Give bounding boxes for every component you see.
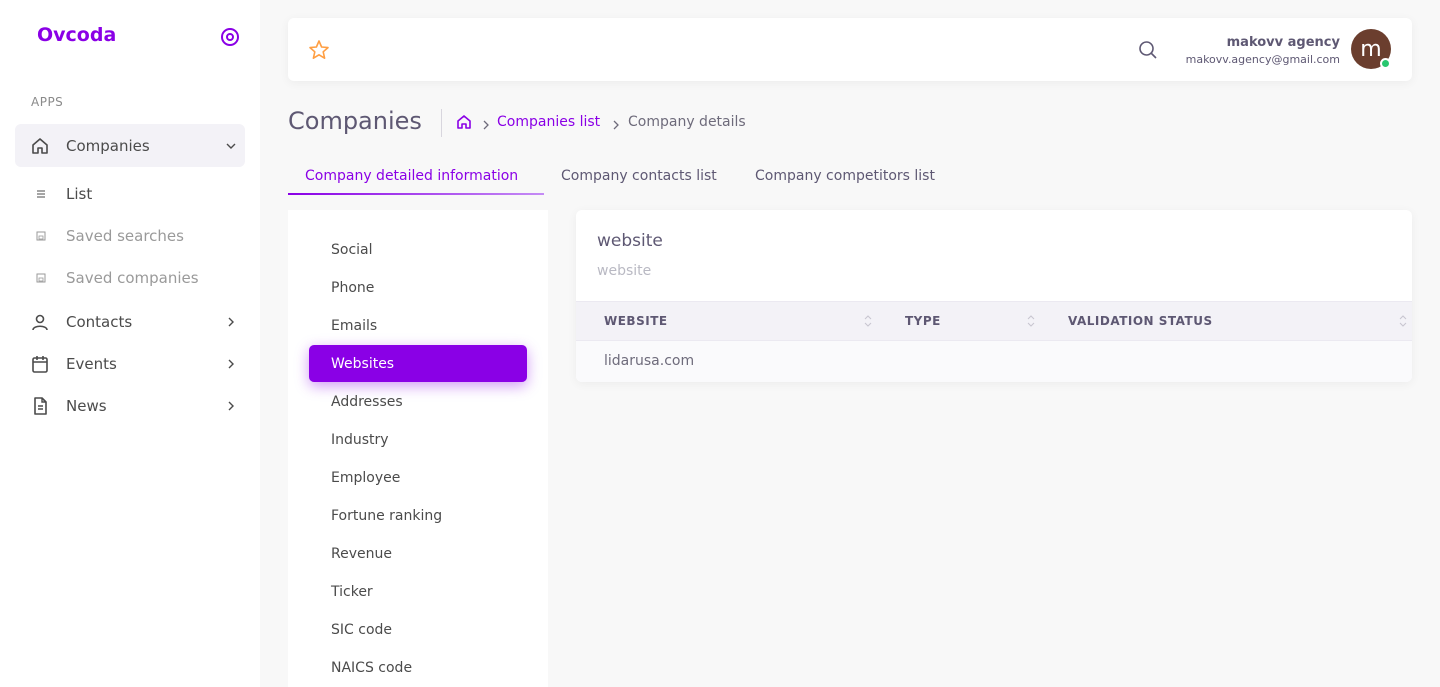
table-header: WEBSITE TYPE VALIDATION STATUS — [576, 301, 1412, 341]
sidebar-subitem-list[interactable]: List — [15, 175, 245, 213]
menu-item-addresses[interactable]: Addresses — [309, 383, 527, 420]
sidebar-item-label: Contacts — [66, 312, 133, 331]
breadcrumb-companies-list[interactable]: Companies list — [497, 114, 600, 130]
breadcrumb-home-icon[interactable] — [456, 114, 472, 130]
user-icon — [30, 312, 50, 332]
sort-icon[interactable] — [863, 312, 873, 330]
tab-company-competitors-list[interactable]: Company competitors list — [755, 168, 935, 184]
breadcrumb-chevron-icon — [611, 116, 621, 130]
search-icon[interactable] — [1137, 39, 1159, 61]
column-header-website[interactable]: WEBSITE — [604, 314, 668, 328]
menu-item-revenue[interactable]: Revenue — [309, 535, 527, 572]
breadcrumb-current: Company details — [628, 114, 746, 130]
user-name[interactable]: makovv agency — [1227, 35, 1340, 50]
list-icon — [36, 189, 46, 199]
online-status-dot — [1380, 58, 1391, 69]
menu-item-employee[interactable]: Employee — [309, 459, 527, 496]
sidebar-item-contacts[interactable]: Contacts — [15, 300, 245, 343]
calendar-icon — [30, 354, 50, 374]
save-icon — [36, 273, 46, 283]
section-label-apps: APPS — [31, 95, 64, 109]
sidebar-item-label: News — [66, 396, 107, 415]
menu-item-label: Social — [331, 241, 373, 258]
sidebar-subitem-saved-companies[interactable]: Saved companies — [15, 259, 245, 297]
menu-item-label: SIC code — [331, 621, 393, 638]
title-divider — [441, 109, 442, 137]
sidebar-subitem-label: Saved companies — [66, 269, 199, 287]
menu-item-industry[interactable]: Industry — [309, 421, 527, 458]
column-header-type[interactable]: TYPE — [905, 314, 941, 328]
sort-icon[interactable] — [1026, 312, 1036, 330]
page-title: Companies — [288, 107, 422, 135]
sidebar-subitem-label: List — [66, 185, 93, 203]
chevron-down-icon — [225, 140, 237, 152]
active-tab-indicator — [288, 193, 544, 195]
detail-section-menu: Social Phone Emails Websites Addresses I… — [288, 210, 548, 687]
menu-item-ticker[interactable]: Ticker — [309, 573, 527, 610]
menu-item-label: Emails — [331, 317, 378, 334]
menu-item-naics-code[interactable]: NAICS code — [309, 649, 527, 686]
menu-item-label: Ticker — [331, 583, 373, 600]
menu-item-label: Employee — [331, 469, 401, 486]
cell-website: lidarusa.com — [604, 353, 695, 369]
sidebar-subitem-saved-searches[interactable]: Saved searches — [15, 217, 245, 255]
menu-item-sic-code[interactable]: SIC code — [309, 611, 527, 648]
menu-item-label: NAICS code — [331, 659, 413, 676]
sidebar-toggle-icon[interactable] — [220, 27, 240, 47]
chevron-right-icon — [225, 358, 237, 370]
user-email: makovv.agency@gmail.com — [1185, 53, 1340, 66]
chevron-right-icon — [225, 400, 237, 412]
sidebar-subitem-label: Saved searches — [66, 227, 184, 245]
sidebar-item-label: Companies — [66, 136, 150, 155]
file-text-icon — [30, 396, 50, 416]
sidebar-item-label: Events — [66, 354, 117, 373]
brand-logo[interactable]: Ovcoda — [37, 24, 116, 46]
table-row: lidarusa.com — [576, 341, 1412, 382]
menu-item-label: Industry — [331, 431, 389, 448]
sidebar-item-news[interactable]: News — [15, 384, 245, 427]
breadcrumb-chevron-icon — [481, 116, 491, 130]
menu-item-fortune-ranking[interactable]: Fortune ranking — [309, 497, 527, 534]
menu-item-label: Fortune ranking — [331, 507, 443, 524]
menu-item-social[interactable]: Social — [309, 231, 527, 268]
website-card: website website WEBSITE TYPE VALIDATION … — [576, 210, 1412, 382]
menu-item-websites[interactable]: Websites — [309, 345, 527, 382]
card-subtitle: website — [597, 263, 652, 279]
save-icon — [36, 231, 46, 241]
menu-item-label: Addresses — [331, 393, 403, 410]
menu-item-label: Phone — [331, 279, 375, 296]
menu-item-label: Websites — [331, 355, 395, 372]
chevron-right-icon — [225, 316, 237, 328]
star-icon[interactable] — [308, 39, 330, 61]
menu-item-phone[interactable]: Phone — [309, 269, 527, 306]
card-title: website — [597, 231, 663, 251]
menu-item-label: Revenue — [331, 545, 392, 562]
sort-icon[interactable] — [1398, 312, 1408, 330]
sidebar: Ovcoda APPS Companies List Saved searche… — [0, 0, 260, 687]
tab-company-contacts-list[interactable]: Company contacts list — [561, 168, 717, 184]
home-icon — [30, 136, 50, 156]
menu-item-emails[interactable]: Emails — [309, 307, 527, 344]
top-navbar: makovv agency makovv.agency@gmail.com m — [288, 18, 1412, 81]
column-header-validation-status[interactable]: VALIDATION STATUS — [1068, 314, 1213, 328]
sidebar-item-companies[interactable]: Companies — [15, 124, 245, 167]
tab-company-detailed-information[interactable]: Company detailed information — [305, 168, 518, 184]
sidebar-item-events[interactable]: Events — [15, 342, 245, 385]
